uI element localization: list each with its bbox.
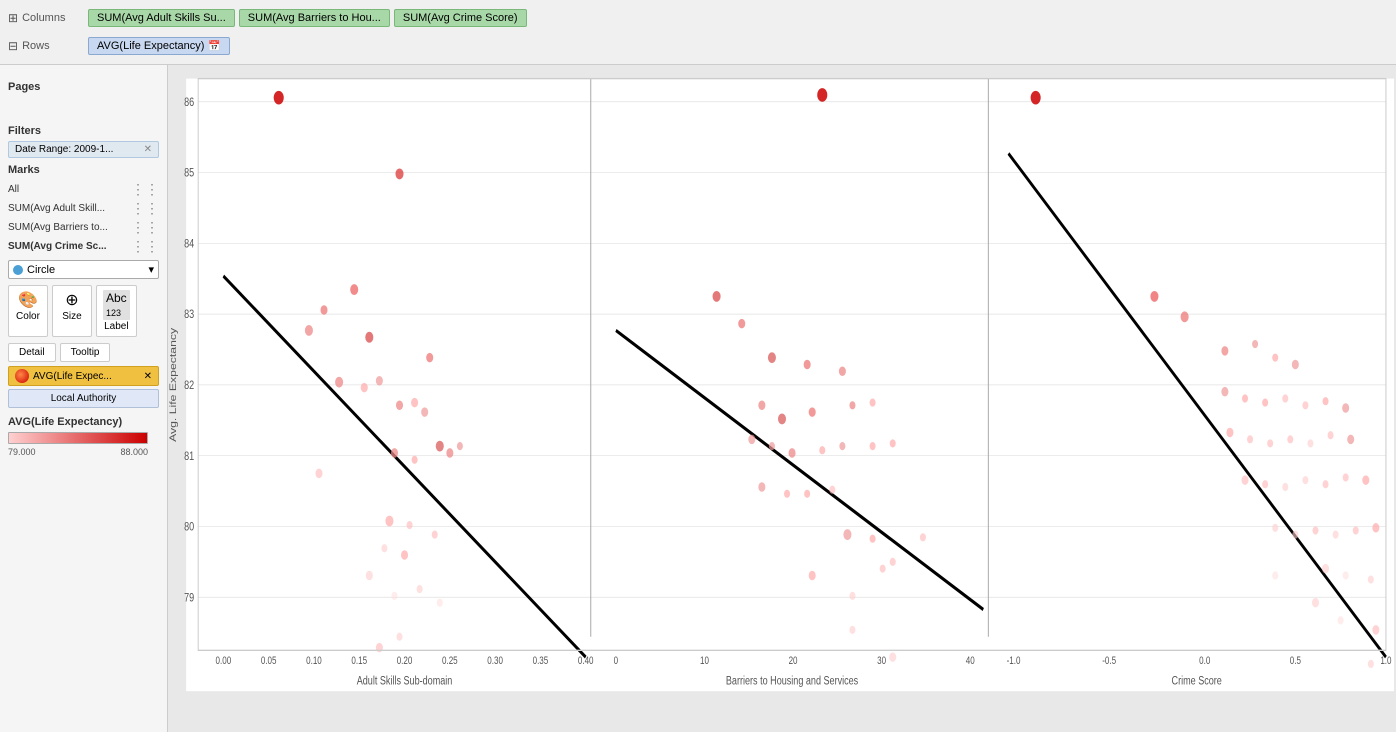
- marks-dots-2: ⋮⋮: [131, 219, 159, 236]
- svg-text:30: 30: [877, 655, 886, 668]
- svg-text:0.30: 0.30: [487, 655, 503, 668]
- marks-dots-1: ⋮⋮: [131, 200, 159, 217]
- color-gradient-bar: [8, 432, 148, 444]
- x-label-3: Crime Score: [1172, 674, 1222, 688]
- size-button[interactable]: ⊕ Size: [52, 285, 92, 337]
- avg-pill-icon: ✕: [144, 371, 152, 382]
- svg-text:0.10: 0.10: [306, 655, 322, 668]
- rows-pill[interactable]: AVG(Life Expectancy) 📅: [88, 37, 230, 55]
- filters-title: Filters: [8, 125, 159, 137]
- x-label-1: Adult Skills Sub-domain: [357, 674, 453, 688]
- filter-x-icon: ✕: [144, 144, 152, 155]
- svg-text:0: 0: [614, 655, 618, 668]
- pages-title: Pages: [8, 81, 159, 93]
- marks-dots-3: ⋮⋮: [131, 238, 159, 255]
- dropdown-chevron-icon: ▾: [148, 263, 154, 276]
- marks-all-row: All ⋮⋮: [8, 180, 159, 199]
- svg-text:-0.5: -0.5: [1102, 655, 1116, 668]
- svg-text:80: 80: [184, 520, 194, 534]
- col-pill-3[interactable]: SUM(Avg Crime Score): [394, 9, 527, 27]
- rows-row: ⊟ Rows AVG(Life Expectancy) 📅: [8, 32, 1388, 60]
- y-axis-label: Avg. Life Expectancy: [168, 327, 178, 442]
- local-authority-button[interactable]: Local Authority: [8, 389, 159, 408]
- marks-row-3: SUM(Avg Crime Sc... ⋮⋮: [8, 237, 159, 256]
- legend-title: AVG(Life Expectancy): [8, 416, 159, 428]
- svg-text:20: 20: [789, 655, 798, 668]
- filter-date-range[interactable]: Date Range: 2009-1... ✕: [8, 141, 159, 158]
- svg-text:0.00: 0.00: [216, 655, 232, 668]
- grid-icon: ⊞: [8, 11, 18, 25]
- svg-text:0.35: 0.35: [533, 655, 549, 668]
- avg-circle-icon: [15, 369, 29, 383]
- svg-text:83: 83: [184, 308, 194, 322]
- svg-text:0.40: 0.40: [578, 655, 594, 668]
- columns-label: ⊞ Columns: [8, 11, 88, 25]
- pill-calendar-icon: 📅: [208, 41, 220, 52]
- svg-text:84: 84: [184, 237, 194, 251]
- sidebar: Pages Filters Date Range: 2009-1... ✕ Ma…: [0, 65, 168, 732]
- rows-label: ⊟ Rows: [8, 39, 88, 53]
- marks-title: Marks: [8, 164, 159, 176]
- marks-dots-all: ⋮⋮: [131, 181, 159, 198]
- color-icon: 🎨: [18, 290, 38, 310]
- chart-area: Avg. Life Expectancy 86 85 84 83 82 81 8…: [168, 65, 1396, 732]
- svg-text:0.0: 0.0: [1199, 655, 1210, 668]
- x-label-2: Barriers to Housing and Services: [726, 674, 858, 688]
- circle-dot-icon: [13, 265, 23, 275]
- main-area: Pages Filters Date Range: 2009-1... ✕ Ma…: [0, 65, 1396, 732]
- columns-row: ⊞ Columns SUM(Avg Adult Skills Su... SUM…: [8, 4, 1388, 32]
- rows-grid-icon: ⊟: [8, 39, 18, 53]
- tooltip-button[interactable]: Tooltip: [60, 343, 111, 362]
- detail-button[interactable]: Detail: [8, 343, 56, 362]
- size-icon: ⊕: [65, 290, 78, 310]
- svg-text:0.20: 0.20: [397, 655, 413, 668]
- svg-text:0.05: 0.05: [261, 655, 277, 668]
- label-button[interactable]: Abc123 Label: [96, 285, 137, 337]
- svg-text:0.15: 0.15: [351, 655, 367, 668]
- color-labels: 79.000 88.000: [8, 447, 148, 457]
- svg-text:85: 85: [184, 166, 194, 180]
- label-icon: Abc123: [103, 290, 130, 320]
- col-pill-1[interactable]: SUM(Avg Adult Skills Su...: [88, 9, 235, 27]
- svg-text:10: 10: [700, 655, 709, 668]
- svg-text:0.25: 0.25: [442, 655, 458, 668]
- marks-row-1: SUM(Avg Adult Skill... ⋮⋮: [8, 199, 159, 218]
- svg-text:-1.0: -1.0: [1007, 655, 1021, 668]
- color-button[interactable]: 🎨 Color: [8, 285, 48, 337]
- avg-life-pill[interactable]: AVG(Life Expec... ✕: [8, 366, 159, 386]
- color-legend: AVG(Life Expectancy) 79.000 88.000: [8, 416, 159, 457]
- col-pill-2[interactable]: SUM(Avg Barriers to Hou...: [239, 9, 390, 27]
- marks-dropdown[interactable]: Circle ▾: [8, 260, 159, 279]
- app-container: ⊞ Columns SUM(Avg Adult Skills Su... SUM…: [0, 0, 1396, 732]
- svg-text:0.5: 0.5: [1290, 655, 1301, 668]
- svg-text:82: 82: [184, 379, 194, 393]
- legend-min: 79.000: [8, 447, 36, 457]
- marks-row-2: SUM(Avg Barriers to... ⋮⋮: [8, 218, 159, 237]
- svg-text:86: 86: [184, 96, 194, 110]
- scatter-chart: Avg. Life Expectancy 86 85 84 83 82 81 8…: [168, 65, 1396, 732]
- svg-text:40: 40: [966, 655, 975, 668]
- marks-buttons: 🎨 Color ⊕ Size Abc123 Label: [8, 285, 159, 337]
- legend-max: 88.000: [120, 447, 148, 457]
- svg-text:1.0: 1.0: [1380, 655, 1391, 668]
- svg-text:79: 79: [184, 591, 194, 605]
- toolbar: ⊞ Columns SUM(Avg Adult Skills Su... SUM…: [0, 0, 1396, 65]
- svg-text:81: 81: [184, 450, 194, 464]
- detail-tooltip-row: Detail Tooltip: [8, 343, 159, 362]
